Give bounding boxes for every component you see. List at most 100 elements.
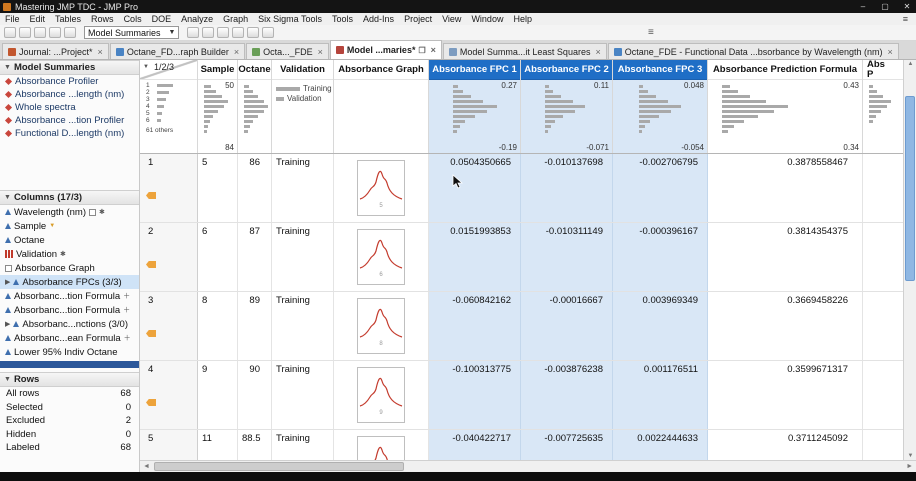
cell-fpc3[interactable]: -0.000396167 <box>613 223 708 291</box>
abs-partial-histogram[interactable] <box>863 80 903 153</box>
scroll-down-icon[interactable]: ▼ <box>904 453 916 459</box>
cell-absorbance-graph[interactable]: 8 <box>334 292 429 360</box>
rows-stat-hidden[interactable]: Hidden 0 <box>0 428 139 442</box>
fpc1-histogram[interactable]: 0.27 -0.19 <box>429 80 520 153</box>
menu-analyze[interactable]: Analyze <box>176 14 218 24</box>
menu-help[interactable]: Help <box>508 14 537 24</box>
crosshair-tool-icon[interactable] <box>232 27 245 38</box>
cell-absorbance-graph[interactable]: 9 <box>334 361 429 429</box>
cell-octane[interactable]: 86 <box>238 154 272 222</box>
row-header[interactable]: 2 <box>140 223 198 291</box>
menu-view[interactable]: View <box>437 14 466 24</box>
cell-fpc2[interactable]: -0.003876238 <box>521 361 613 429</box>
annotate-tool-icon[interactable] <box>262 27 275 38</box>
chevron-down-icon[interactable]: ▼ <box>4 376 11 383</box>
chevron-down-icon[interactable]: ▼ <box>4 64 11 71</box>
column-item-absorbance-fpcs[interactable]: ▶ Absorbance FPCs (3/3) <box>0 275 139 289</box>
column-header-fpc3[interactable]: Absorbance FPC 3 <box>613 60 707 80</box>
cell-sample[interactable]: 11 <box>198 430 238 460</box>
horizontal-scroll-thumb[interactable] <box>154 462 404 471</box>
column-item-mean-formula[interactable]: Absorbanc...ean Formula ＋ <box>0 331 139 345</box>
rows-stat-excluded[interactable]: Excluded 2 <box>0 414 139 428</box>
table-corner[interactable]: ▼ 1/2/3 <box>140 60 197 80</box>
menu-six-sigma-tools[interactable]: Six Sigma Tools <box>253 14 327 24</box>
tab-octane-fde[interactable]: Octa..._FDE × <box>246 43 329 59</box>
horizontal-scrollbar[interactable]: ◄ ► <box>140 460 916 472</box>
cell-octane[interactable]: 89 <box>238 292 272 360</box>
brush-tool-icon[interactable] <box>202 27 215 38</box>
row-header[interactable]: 4 <box>140 361 198 429</box>
tab-close-icon[interactable]: × <box>888 47 893 57</box>
cell-prediction[interactable]: 0.3878558467 <box>708 154 863 222</box>
tab-fde-report[interactable]: Octane_FDE - Functional Data ...bsorbanc… <box>607 43 899 59</box>
cell-sample[interactable]: 5 <box>198 154 238 222</box>
row-header[interactable]: 3 <box>140 292 198 360</box>
sidebar-item-absorbance-wavelength[interactable]: Absorbance ...length (nm) <box>0 88 139 101</box>
open-file-icon[interactable] <box>19 27 31 38</box>
column-item-wavelength[interactable]: Wavelength (nm) ✱ <box>0 205 139 219</box>
rows-stat-labeled[interactable]: Labeled 68 <box>0 441 139 455</box>
cell-absorbance-graph[interactable]: 11 <box>334 430 429 460</box>
tab-close-icon[interactable]: × <box>431 45 436 55</box>
row-header[interactable]: 1 <box>140 154 198 222</box>
cell-validation[interactable]: Training <box>272 154 334 222</box>
menu-rows[interactable]: Rows <box>86 14 119 24</box>
label-tag-icon[interactable] <box>146 330 156 337</box>
menu-addins[interactable]: Add-Ins <box>358 14 399 24</box>
tab-close-icon[interactable]: × <box>595 47 600 57</box>
journal-icon[interactable] <box>64 27 76 38</box>
tab-journal[interactable]: Journal: ...Project* × <box>2 43 109 59</box>
minimize-button[interactable]: – <box>854 0 872 13</box>
cell-fpc2[interactable]: -0.010137698 <box>521 154 613 222</box>
column-item-lower-95[interactable]: Lower 95% Indiv Octane <box>0 345 139 359</box>
toolbar-overflow-icon[interactable]: ≡ <box>648 27 654 38</box>
menu-edit[interactable]: Edit <box>25 14 51 24</box>
model-summaries-combo[interactable]: Model Summaries ▼ <box>84 26 180 39</box>
cell-prediction[interactable]: 0.3669458226 <box>708 292 863 360</box>
label-tag-icon[interactable] <box>146 261 156 268</box>
sample-histogram[interactable]: 50 84 <box>198 80 237 153</box>
print-icon[interactable] <box>49 27 61 38</box>
menu-overflow-icon[interactable]: ≡ <box>895 14 916 24</box>
close-button[interactable]: ✕ <box>898 0 916 13</box>
chevron-down-icon[interactable]: ▼ <box>4 194 11 201</box>
cell-validation[interactable]: Training <box>272 361 334 429</box>
octane-histogram[interactable] <box>238 80 271 153</box>
fpc2-histogram[interactable]: 0.11 -0.071 <box>521 80 612 153</box>
scroll-up-icon[interactable]: ▲ <box>904 61 916 67</box>
tab-close-icon[interactable]: × <box>318 47 323 57</box>
grabber-tool-icon[interactable] <box>187 27 200 38</box>
column-header-absorbance-graph[interactable]: Absorbance Graph <box>334 60 428 80</box>
magnifier-tool-icon[interactable] <box>247 27 260 38</box>
cell-abs-partial[interactable] <box>863 154 903 222</box>
vertical-scrollbar[interactable]: ▲ ▼ <box>903 60 916 460</box>
cell-prediction[interactable]: 0.3814354375 <box>708 223 863 291</box>
cell-sample[interactable]: 9 <box>198 361 238 429</box>
column-header-octane[interactable]: Octane <box>238 60 271 80</box>
cell-fpc3[interactable]: 0.0022444633 <box>613 430 708 460</box>
cell-fpc2[interactable]: -0.007725635 <box>521 430 613 460</box>
tab-model-summaries[interactable]: Model ...maries* ❐ × <box>329 40 442 59</box>
chevron-right-icon[interactable]: ▶ <box>5 278 10 286</box>
column-item-validation[interactable]: Validation ✱ <box>0 247 139 261</box>
column-item-sample[interactable]: Sample ▼ <box>0 219 139 233</box>
cell-fpc3[interactable]: -0.002706795 <box>613 154 708 222</box>
sidebar-item-absorbance-prediction-profiler[interactable]: Absorbance ...tion Profiler <box>0 114 139 127</box>
cell-validation[interactable]: Training <box>272 223 334 291</box>
scroll-right-icon[interactable]: ► <box>906 463 913 470</box>
menu-file[interactable]: File <box>0 14 25 24</box>
vertical-scroll-thumb[interactable] <box>905 96 915 281</box>
tab-least-squares[interactable]: Model Summa...it Least Squares × <box>442 43 607 59</box>
cell-absorbance-graph[interactable]: 5 <box>334 154 429 222</box>
cell-abs-partial[interactable] <box>863 361 903 429</box>
column-item-prediction-formula-1[interactable]: Absorbanc...tion Formula ＋ <box>0 289 139 303</box>
cell-abs-partial[interactable] <box>863 223 903 291</box>
cell-fpc2[interactable]: -0.00016667 <box>521 292 613 360</box>
column-header-validation[interactable]: Validation <box>272 60 333 80</box>
label-tag-icon[interactable] <box>146 192 156 199</box>
menu-window[interactable]: Window <box>466 14 508 24</box>
maximize-button[interactable]: ▢ <box>876 0 894 13</box>
menu-project[interactable]: Project <box>399 14 437 24</box>
cell-fpc1[interactable]: -0.060842162 <box>429 292 521 360</box>
columns-panel-header[interactable]: ▼ Columns (17/3) <box>0 190 139 205</box>
